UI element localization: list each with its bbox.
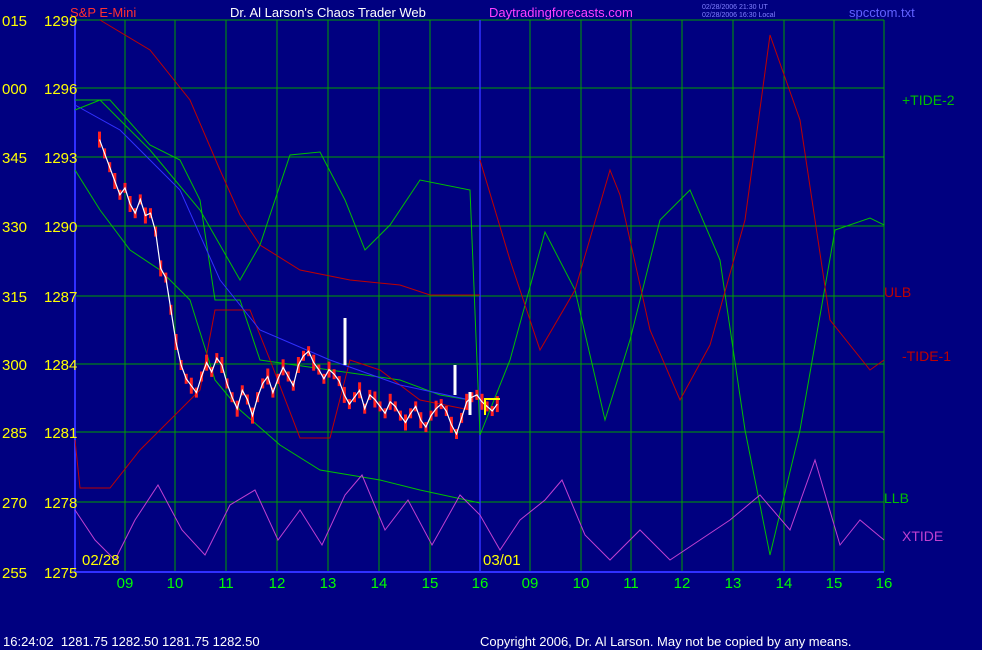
x-tick-label: 09 (117, 575, 134, 592)
y-tick-angle-label: 255 (2, 565, 27, 582)
y-tick-angle-label: 270 (2, 495, 27, 512)
y-tick-angle-label: 330 (2, 219, 27, 236)
x-tick-label: 13 (320, 575, 337, 592)
y-tick-angle-label: 345 (2, 150, 27, 167)
date-label: 03/01 (483, 552, 521, 569)
x-tick-label: 10 (167, 575, 184, 592)
date-label: 02/28 (82, 552, 120, 569)
y-tick-price-label: 1287 (44, 289, 77, 306)
x-tick-label: 11 (623, 575, 639, 592)
x-tick-label: 14 (371, 575, 388, 592)
x-tick-label: 13 (725, 575, 742, 592)
timestamp-ut: 02/28/2006 21:30 UT (702, 4, 768, 11)
y-tick-price-label: 1275 (44, 565, 77, 582)
y-tick-angle-label: 315 (2, 289, 27, 306)
x-tick-label: 12 (674, 575, 691, 592)
x-tick-label: 15 (422, 575, 439, 592)
chart: S&P E-Mini Dr. Al Larson's Chaos Trader … (0, 0, 982, 650)
y-tick-price-label: 1293 (44, 150, 77, 167)
series-end-label: ULB (884, 284, 911, 300)
data-filename: spcctom.txt (849, 5, 915, 20)
y-tick-angle-label: 300 (2, 357, 27, 374)
y-tick-angle-label: 015 (2, 13, 27, 30)
y-tick-angle-label: 285 (2, 425, 27, 442)
y-tick-angle-label: 000 (2, 81, 27, 98)
x-tick-label: 10 (573, 575, 590, 592)
series-end-label: -TIDE-1 (902, 348, 951, 364)
symbol-label: S&P E-Mini (70, 5, 136, 20)
site-link[interactable]: Daytradingforecasts.com (489, 5, 633, 20)
chart-title: Dr. Al Larson's Chaos Trader Web (230, 5, 426, 20)
y-tick-price-label: 1296 (44, 81, 77, 98)
x-tick-label: 16 (876, 575, 893, 592)
y-tick-price-label: 1284 (44, 357, 77, 374)
copyright-notice: Copyright 2006, Dr. Al Larson. May not b… (480, 634, 851, 649)
x-tick-label: 12 (269, 575, 286, 592)
x-tick-label: 16 (472, 575, 489, 592)
y-tick-price-label: 1281 (44, 425, 77, 442)
x-tick-label: 15 (826, 575, 843, 592)
y-tick-price-label: 1290 (44, 219, 77, 236)
series-end-label: +TIDE-2 (902, 92, 955, 108)
quote-readout: 16:24:02 1281.75 1282.50 1281.75 1282.50 (3, 634, 260, 649)
timestamp-local: 02/28/2006 16:30 Local (702, 12, 776, 19)
x-tick-label: 14 (776, 575, 793, 592)
y-tick-price-label: 1278 (44, 495, 77, 512)
series-end-label: LLB (884, 490, 909, 506)
x-tick-label: 11 (218, 575, 234, 592)
series-end-label: XTIDE (902, 528, 943, 544)
y-tick-price-label: 1299 (44, 13, 77, 30)
x-tick-label: 09 (522, 575, 539, 592)
